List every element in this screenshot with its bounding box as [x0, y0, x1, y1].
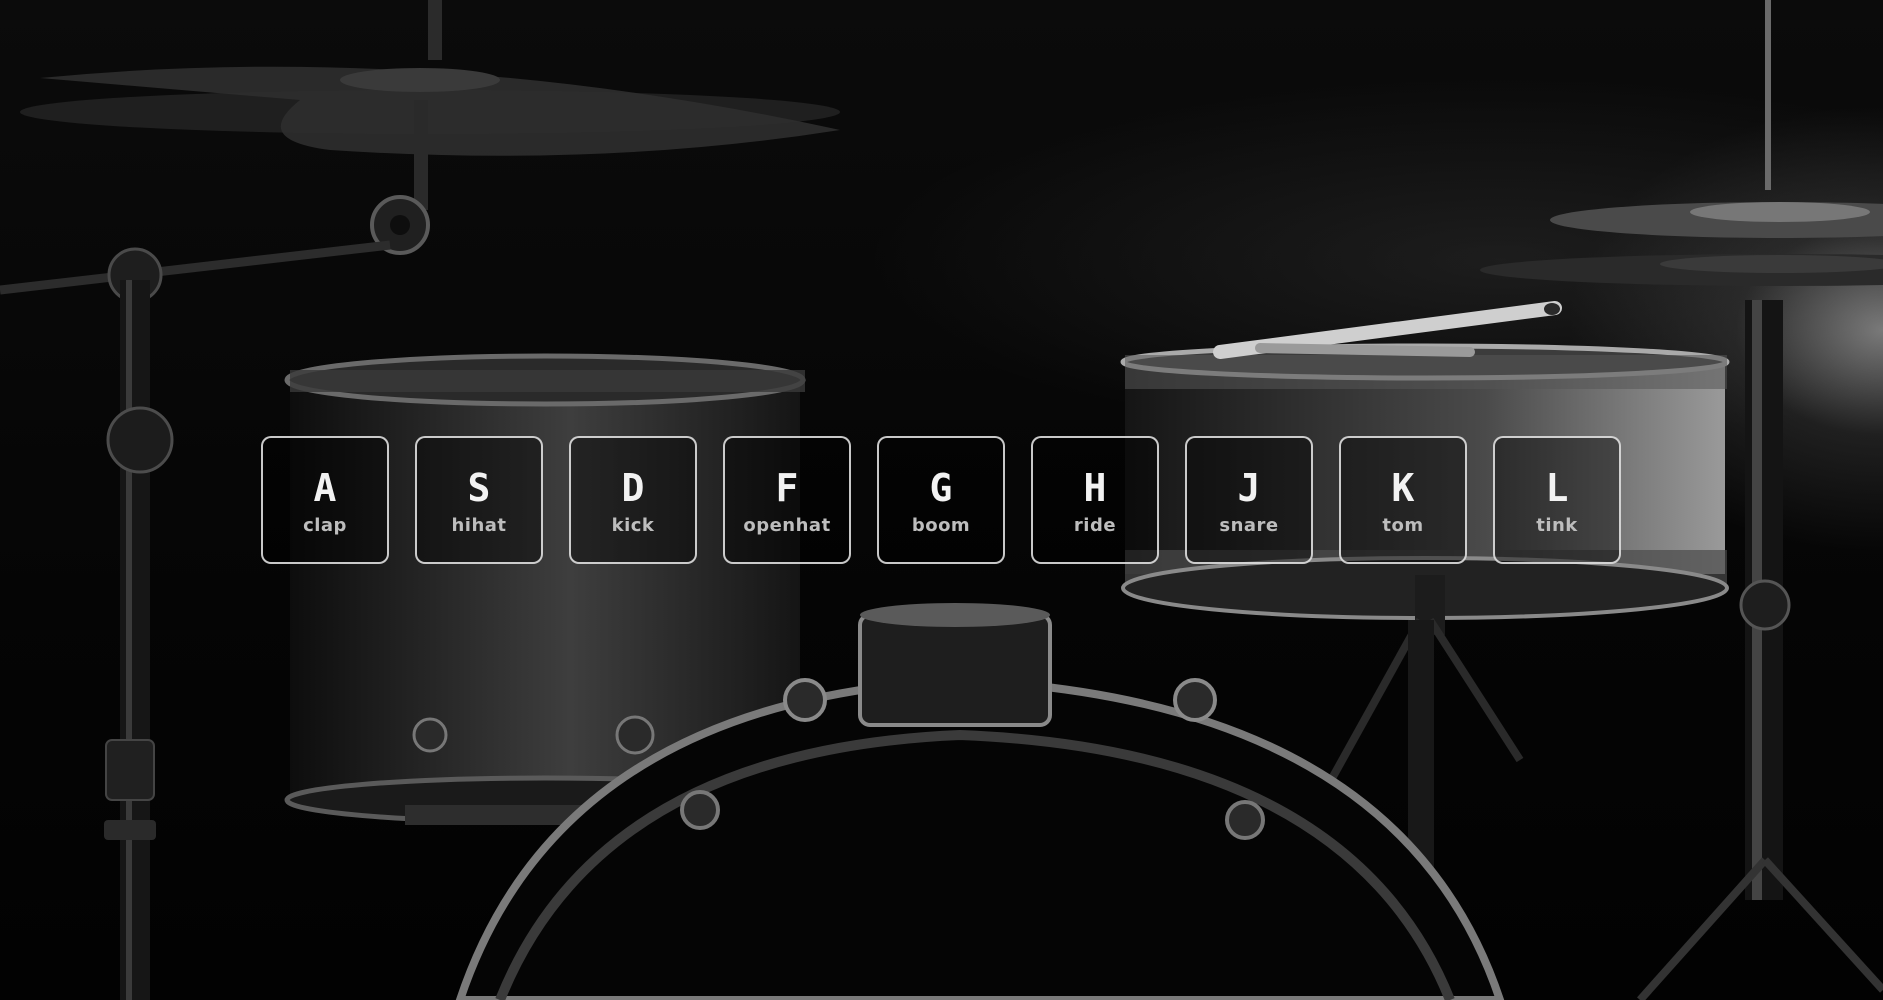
- drum-key-f[interactable]: F openhat: [723, 436, 851, 564]
- key-letter: D: [621, 465, 645, 510]
- sound-label: boom: [911, 514, 971, 536]
- drum-key-s[interactable]: S hihat: [415, 436, 543, 564]
- sound-label: openhat: [743, 514, 831, 536]
- sound-label: tom: [1382, 514, 1424, 536]
- key-letter: L: [1545, 465, 1569, 510]
- drum-key-a[interactable]: A clap: [261, 436, 389, 564]
- drum-key-k[interactable]: K tom: [1339, 436, 1467, 564]
- crash-cymbal-left: [20, 0, 840, 255]
- key-letter: S: [467, 465, 491, 510]
- drum-key-g[interactable]: G boom: [877, 436, 1005, 564]
- sound-label: clap: [303, 514, 347, 536]
- drum-key-h[interactable]: H ride: [1031, 436, 1159, 564]
- drum-kit-page: A clap S hihat D kick F openhat G boom H…: [0, 0, 1883, 1000]
- drum-key-d[interactable]: D kick: [569, 436, 697, 564]
- key-letter: G: [929, 465, 953, 510]
- key-letter: K: [1391, 465, 1415, 510]
- sound-label: kick: [611, 514, 655, 536]
- sound-label: tink: [1536, 514, 1578, 536]
- key-letter: A: [313, 465, 337, 510]
- key-letter: J: [1237, 465, 1261, 510]
- sound-label: snare: [1219, 514, 1279, 536]
- drum-key-row: A clap S hihat D kick F openhat G boom H…: [261, 436, 1621, 564]
- key-letter: F: [775, 465, 799, 510]
- key-letter: H: [1083, 465, 1107, 510]
- sound-label: ride: [1073, 514, 1117, 536]
- drum-key-j[interactable]: J snare: [1185, 436, 1313, 564]
- sound-label: hihat: [451, 514, 507, 536]
- drum-key-l[interactable]: L tink: [1493, 436, 1621, 564]
